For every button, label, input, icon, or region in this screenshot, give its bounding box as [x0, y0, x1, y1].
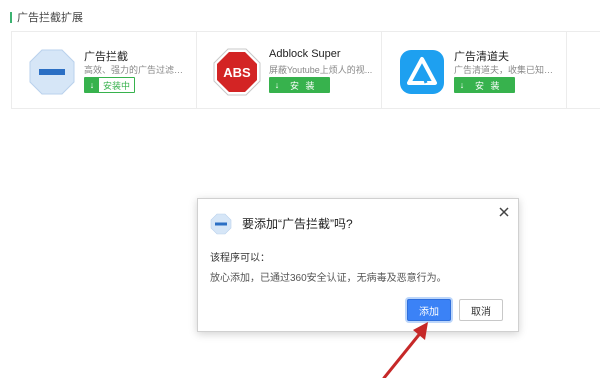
download-arrow-icon: ↓	[270, 78, 284, 92]
section-title: 广告拦截扩展	[17, 12, 83, 24]
ad-block-hexagon-icon	[210, 213, 232, 235]
section-accent-bar	[10, 11, 12, 23]
install-button[interactable]: ↓ 安 装	[454, 77, 515, 93]
section-header: 广告拦截扩展	[10, 9, 83, 25]
install-button-label: 安 装	[475, 80, 502, 91]
extension-name: 广告清道夫	[454, 51, 509, 63]
installing-button[interactable]: ↓ 安装中	[84, 77, 136, 93]
extension-name: 广告拦截	[84, 51, 128, 63]
add-extension-dialog: 要添加“广告拦截”吗? 该程序可以： 放心添加，已通过360安全认证，无病毒及恶…	[197, 198, 519, 332]
extension-name: Adblock Super	[269, 48, 341, 60]
install-button-label: 安 装	[290, 80, 317, 91]
dialog-title: 要添加“广告拦截”吗?	[242, 217, 353, 231]
extension-description: 屏蔽Youtube上烦人的视...	[269, 65, 373, 75]
cancel-button[interactable]: 取消	[459, 299, 503, 321]
triangle-blue-icon	[400, 50, 444, 94]
add-button[interactable]: 添加	[407, 299, 451, 321]
download-arrow-icon: ↓	[455, 78, 469, 92]
extension-card[interactable]: ABS Adblock Super 屏蔽Youtube上烦人的视... ↓ 安 …	[197, 32, 382, 108]
abs-stop-sign-icon: ABS	[213, 48, 261, 96]
download-arrow-icon: ↓	[85, 78, 99, 92]
extension-description: 高效、强力的广告过滤器...	[84, 65, 188, 75]
extension-list: 广告拦截 高效、强力的广告过滤器... ↓ 安装中 ABS Adblock Su…	[11, 31, 600, 109]
extension-description: 广告清道夫，收集已知广...	[454, 65, 558, 75]
extension-card[interactable]: 广告拦截 高效、强力的广告过滤器... ↓ 安装中	[12, 32, 197, 108]
extension-card[interactable]: 广告清道夫 广告清道夫，收集已知广... ↓ 安 装	[382, 32, 567, 108]
close-icon[interactable]	[498, 206, 510, 218]
install-button-label: 安装中	[99, 78, 135, 92]
abs-logo-text: ABS	[223, 65, 251, 80]
dialog-permissions-label: 该程序可以：	[210, 253, 270, 264]
dialog-message: 放心添加，已通过360安全认证，无病毒及恶意行为。	[210, 273, 447, 284]
install-button[interactable]: ↓ 安 装	[269, 77, 330, 93]
ad-block-hexagon-icon	[29, 49, 75, 95]
